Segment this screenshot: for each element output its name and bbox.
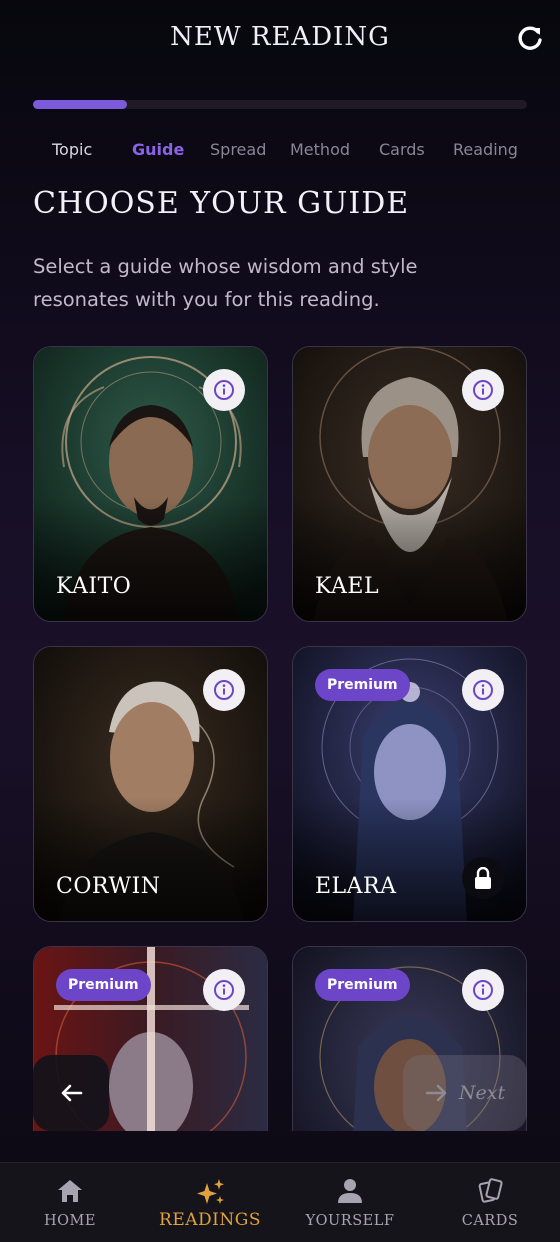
guide-card-kael[interactable]: KAEL	[292, 346, 527, 622]
guide-name: ELARA	[315, 874, 397, 899]
page-title: NEW READING	[170, 22, 390, 52]
top-bar: NEW READING	[0, 0, 560, 80]
step-topic[interactable]: Topic	[52, 140, 92, 159]
card-shade	[34, 797, 267, 921]
card-shade	[293, 497, 526, 621]
cards-icon	[478, 1178, 503, 1203]
refresh-icon[interactable]	[514, 22, 546, 54]
step-tabs: Topic Guide Spread Method Cards Reading	[0, 140, 560, 164]
step-guide[interactable]: Guide	[132, 140, 184, 159]
premium-badge: Premium	[315, 669, 410, 701]
info-icon[interactable]	[462, 369, 504, 411]
arrow-right-icon	[425, 1084, 447, 1102]
person-icon	[338, 1179, 362, 1203]
bottom-nav: HOME READINGS YOURSELF CARDS	[0, 1162, 560, 1242]
premium-badge: Premium	[315, 969, 410, 1001]
info-icon[interactable]	[203, 669, 245, 711]
guide-card-corwin[interactable]: CORWIN	[33, 646, 268, 922]
progress-bar	[33, 100, 527, 109]
step-reading[interactable]: Reading	[453, 140, 518, 159]
guide-grid: KAITO KAEL CORWIN Premium ELARA Premium …	[33, 346, 527, 1131]
nav-label: CARDS	[461, 1213, 519, 1229]
nav-label: HOME	[44, 1213, 96, 1229]
step-spread[interactable]: Spread	[210, 140, 266, 159]
nav-yourself[interactable]: YOURSELF	[280, 1163, 420, 1242]
nav-home[interactable]: HOME	[0, 1163, 140, 1242]
section-subtitle: Select a guide whose wisdom and style re…	[33, 255, 418, 311]
guide-name: CORWIN	[56, 874, 161, 899]
info-icon[interactable]	[462, 669, 504, 711]
nav-readings[interactable]: READINGS	[140, 1163, 280, 1242]
section-heading: CHOOSE YOUR GUIDE	[33, 186, 410, 221]
info-icon[interactable]	[203, 369, 245, 411]
next-button[interactable]: Next	[403, 1055, 527, 1131]
home-icon	[58, 1180, 82, 1202]
card-shade	[34, 497, 267, 621]
nav-cards[interactable]: CARDS	[420, 1163, 560, 1242]
lock-icon	[462, 857, 504, 899]
info-icon[interactable]	[203, 969, 245, 1011]
progress-fill	[33, 100, 127, 109]
back-button[interactable]	[33, 1055, 109, 1131]
sparkles-icon	[197, 1179, 224, 1204]
nav-label: READINGS	[159, 1210, 261, 1230]
premium-badge: Premium	[56, 969, 151, 1001]
nav-label: YOURSELF	[305, 1213, 395, 1229]
next-label: Next	[458, 1082, 506, 1104]
guide-name: KAEL	[315, 574, 380, 599]
guide-name: KAITO	[56, 574, 132, 599]
step-method[interactable]: Method	[290, 140, 350, 159]
arrow-left-icon	[61, 1084, 83, 1102]
step-cards[interactable]: Cards	[379, 140, 425, 159]
guide-card-elara[interactable]: Premium ELARA	[292, 646, 527, 922]
info-icon[interactable]	[462, 969, 504, 1011]
guide-card-kaito[interactable]: KAITO	[33, 346, 268, 622]
